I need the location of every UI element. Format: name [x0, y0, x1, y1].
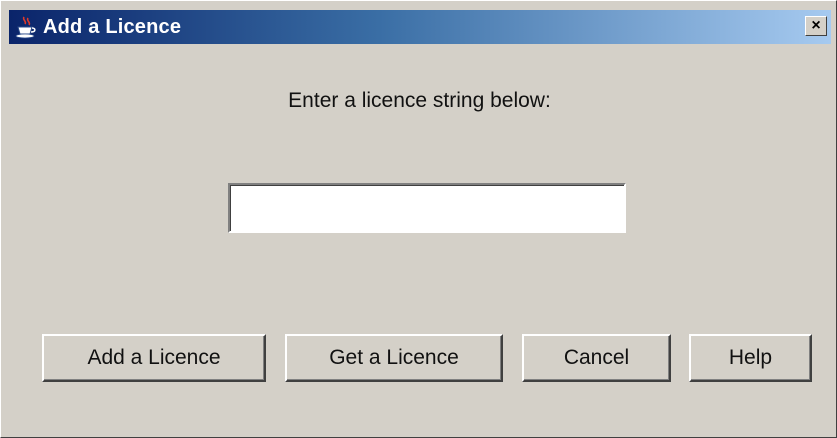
add-licence-dialog: Add a Licence × Enter a licence string b…: [0, 0, 837, 438]
close-button[interactable]: ×: [805, 16, 827, 36]
java-coffee-cup-icon: [15, 15, 37, 39]
licence-prompt-label: Enter a licence string below:: [288, 89, 551, 112]
title-bar[interactable]: Add a Licence ×: [9, 10, 831, 44]
get-licence-button[interactable]: Get a Licence: [285, 334, 503, 382]
add-licence-button[interactable]: Add a Licence: [42, 334, 266, 382]
cancel-button[interactable]: Cancel: [522, 334, 671, 382]
licence-string-input[interactable]: [228, 183, 626, 233]
help-button[interactable]: Help: [689, 334, 812, 382]
close-icon: ×: [811, 17, 821, 34]
window-title: Add a Licence: [43, 15, 182, 38]
